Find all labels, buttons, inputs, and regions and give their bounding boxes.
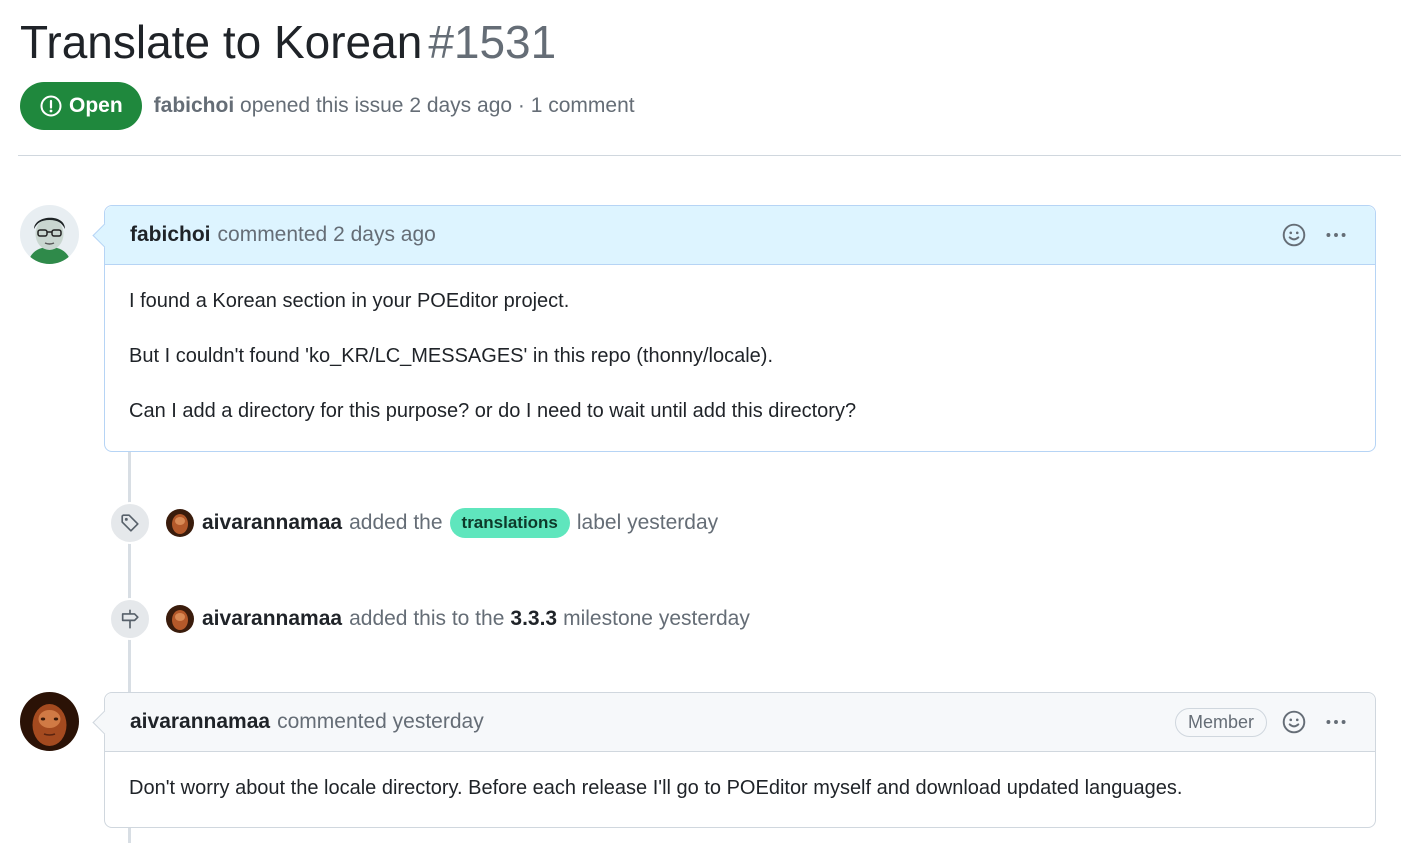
comment-paragraph: Can I add a directory for this purpose? … — [129, 400, 857, 422]
comment-header-1: fabichoi commented 2 days ago — [105, 206, 1375, 265]
issue-title-heading: Translate to Korean #1531 — [20, 14, 556, 72]
milestone-icon — [109, 598, 151, 640]
member-badge: Member — [1174, 707, 1267, 737]
add-reaction-button-2[interactable] — [1279, 707, 1309, 737]
issue-number: #1531 — [428, 16, 557, 68]
avatar-aivarannamaa-small[interactable] — [166, 509, 194, 537]
avatar-aivarannamaa[interactable] — [20, 692, 79, 751]
kebab-horizontal-icon — [1326, 720, 1346, 724]
comment-options-button-1[interactable] — [1321, 220, 1351, 250]
header-divider — [18, 155, 1401, 156]
event-actor-link[interactable]: aivarannamaa — [202, 511, 342, 535]
tag-icon — [109, 502, 151, 544]
avatar-fabichoi[interactable] — [20, 205, 79, 264]
timeline-event-labeled: aivarannamaa added the translations labe… — [109, 502, 719, 544]
issue-meta: Open fabichoi opened this issue 2 days a… — [20, 82, 635, 130]
timeline-event-milestoned: aivarannamaa added this to the 3.3.3 mil… — [109, 598, 750, 640]
comment-options-button-2[interactable] — [1321, 707, 1351, 737]
event-actor-link[interactable]: aivarannamaa — [202, 607, 342, 631]
avatar-aivarannamaa-small[interactable] — [166, 605, 194, 633]
comment-timestamp-2[interactable]: commented yesterday — [277, 710, 484, 734]
kebab-horizontal-icon — [1326, 233, 1346, 237]
comment-author-2[interactable]: aivarannamaa — [130, 710, 270, 734]
comment-paragraph: But I couldn't found 'ko_KR/LC_MESSAGES'… — [129, 345, 774, 367]
milestone-link[interactable]: 3.3.3 — [510, 607, 557, 631]
issue-opened-detail: opened this issue 2 days ago · 1 comment — [240, 94, 635, 117]
issue-author-link[interactable]: fabichoi — [154, 94, 235, 117]
comment-timestamp-1[interactable]: commented 2 days ago — [218, 223, 436, 247]
smiley-icon — [1282, 710, 1306, 734]
comment-card-1: fabichoi commented 2 days ago I found a … — [104, 205, 1376, 452]
comment-body-2: Don't worry about the locale directory. … — [105, 752, 1375, 825]
issue-state-badge: Open — [20, 82, 142, 130]
issue-title: Translate to Korean — [20, 16, 423, 68]
label-translations[interactable]: translations — [449, 508, 570, 538]
comment-paragraph: I found a Korean section in your POEdito… — [129, 290, 570, 312]
issue-opened-text: fabichoi opened this issue 2 days ago · … — [154, 94, 635, 118]
comment-card-2: aivarannamaa commented yesterday Member … — [104, 692, 1376, 828]
event-text: added the — [349, 511, 443, 534]
comment-body-1: I found a Korean section in your POEdito… — [105, 265, 1375, 448]
comment-author-1[interactable]: fabichoi — [130, 223, 211, 247]
issue-opened-icon — [39, 94, 63, 118]
add-reaction-button-1[interactable] — [1279, 220, 1309, 250]
comment-paragraph: Don't worry about the locale directory. … — [129, 777, 1183, 799]
event-text: label yesterday — [576, 511, 719, 534]
event-text: milestone yesterday — [563, 607, 750, 630]
issue-state-label: Open — [69, 94, 123, 117]
comment-header-2: aivarannamaa commented yesterday Member — [105, 693, 1375, 752]
event-text: added this to the — [349, 607, 505, 630]
smiley-icon — [1282, 223, 1306, 247]
